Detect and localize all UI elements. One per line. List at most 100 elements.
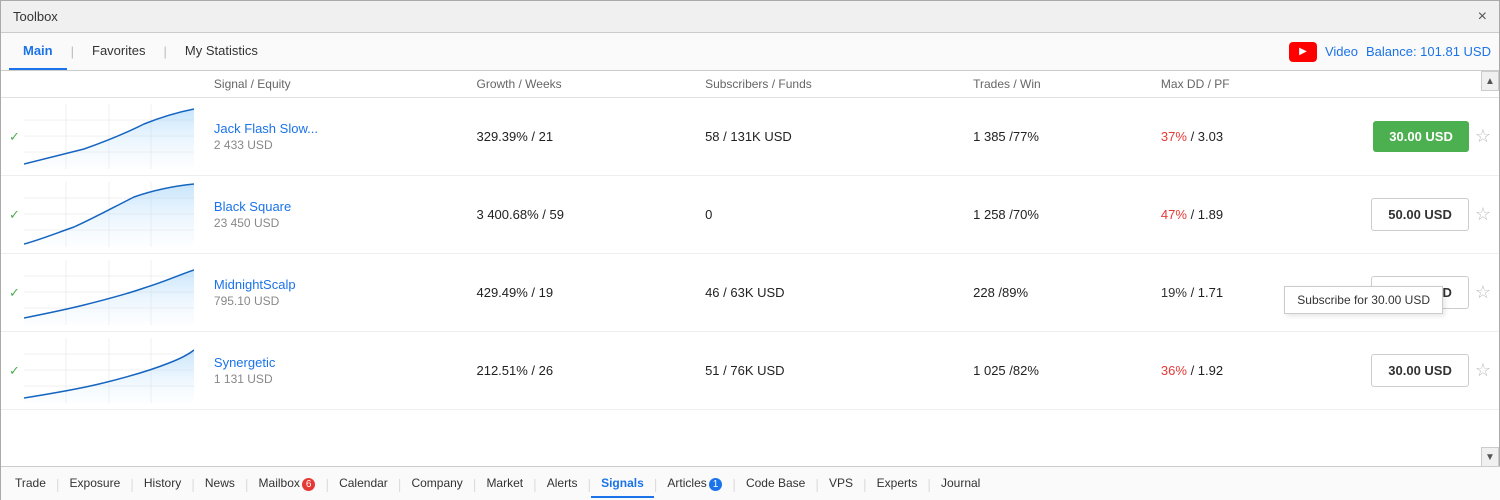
maxdd-value-0: 37%: [1161, 129, 1187, 144]
th-signal-equity: Signal / Equity: [202, 71, 465, 98]
badge-articles: 1: [709, 478, 723, 491]
balance-link[interactable]: Balance: 101.81 USD: [1366, 44, 1491, 59]
table-row: ✓ Black Squa: [1, 176, 1499, 254]
bottom-tab-exposure[interactable]: Exposure: [60, 470, 131, 498]
action-cell-1: 50.00 USD ☆: [1339, 176, 1499, 254]
badge-mailbox: 6: [302, 478, 316, 491]
maxdd-cell-0: 37% / 3.03: [1149, 98, 1339, 176]
maxdd-value-2: 19%: [1161, 285, 1187, 300]
pf-value-3: / 1.92: [1187, 363, 1223, 378]
tab-my-statistics[interactable]: My Statistics: [171, 33, 272, 70]
bottom-tab-signals[interactable]: Signals: [591, 470, 654, 498]
th-action: [1339, 71, 1499, 98]
top-tabs-left: Main | Favorites | My Statistics: [9, 33, 272, 70]
app-title: Toolbox: [13, 9, 58, 24]
signal-link-3[interactable]: Synergetic: [214, 355, 275, 370]
bottom-tab-code-base[interactable]: Code Base: [736, 470, 815, 498]
growth-cell-1: 3 400.68% / 59: [464, 176, 693, 254]
price-btn-3[interactable]: 30.00 USD: [1371, 354, 1469, 387]
trades-cell-0: 1 385 /77%: [961, 98, 1149, 176]
maxdd-cell-1: 47% / 1.89: [1149, 176, 1339, 254]
th-growth-weeks: Growth / Weeks: [464, 71, 693, 98]
tab-sep-2: |: [163, 44, 166, 59]
top-tab-bar: Main | Favorites | My Statistics Video B…: [1, 33, 1499, 71]
pf-value-2: / 1.71: [1187, 285, 1223, 300]
top-tabs-right: Video Balance: 101.81 USD: [1289, 42, 1491, 62]
chart-cell-1: ✓: [1, 176, 202, 254]
bottom-tab-trade[interactable]: Trade: [5, 470, 56, 498]
th-maxdd-pf: Max DD / PF: [1149, 71, 1339, 98]
tab-favorites[interactable]: Favorites: [78, 33, 159, 70]
bottom-tab-vps[interactable]: VPS: [819, 470, 863, 498]
chart-cell-3: ✓: [1, 332, 202, 410]
pf-value-1: / 1.89: [1187, 207, 1223, 222]
mini-chart-3: [24, 338, 194, 403]
youtube-icon: [1289, 42, 1317, 62]
tab-sep-1: |: [71, 44, 74, 59]
bottom-tab-bar: Trade|Exposure|History|News|Mailbox6|Cal…: [1, 466, 1500, 500]
chart-cell-2: ✓: [1, 254, 202, 332]
check-mark-1[interactable]: ✓: [9, 207, 20, 223]
signal-name-cell-0: Jack Flash Slow... 2 433 USD: [202, 98, 465, 176]
bottom-tab-company[interactable]: Company: [401, 470, 472, 498]
title-bar: Toolbox ×: [1, 1, 1499, 33]
video-link[interactable]: Video: [1325, 44, 1358, 59]
scroll-down-button[interactable]: ▼: [1481, 447, 1499, 467]
trades-cell-3: 1 025 /82%: [961, 332, 1149, 410]
subscribers-cell-3: 51 / 76K USD: [693, 332, 961, 410]
check-mark-2[interactable]: ✓: [9, 285, 20, 301]
maxdd-value-1: 47%: [1161, 207, 1187, 222]
bottom-tab-history[interactable]: History: [134, 470, 191, 498]
chart-cell-0: ✓: [1, 98, 202, 176]
bottom-tab-calendar[interactable]: Calendar: [329, 470, 398, 498]
signal-name-cell-3: Synergetic 1 131 USD: [202, 332, 465, 410]
trades-cell-2: 228 /89%: [961, 254, 1149, 332]
mini-chart-2: [24, 260, 194, 325]
subscribe-btn-0[interactable]: 30.00 USD: [1373, 121, 1469, 152]
bottom-tab-experts[interactable]: Experts: [867, 470, 928, 498]
maxdd-value-3: 36%: [1161, 363, 1187, 378]
growth-cell-0: 329.39% / 21: [464, 98, 693, 176]
subscribers-cell-2: 46 / 63K USD: [693, 254, 961, 332]
tab-main[interactable]: Main: [9, 33, 67, 70]
growth-cell-3: 212.51% / 26: [464, 332, 693, 410]
bottom-tab-market[interactable]: Market: [476, 470, 533, 498]
action-cell-0: 30.00 USD ☆: [1339, 98, 1499, 176]
signal-equity-0: 2 433 USD: [214, 138, 453, 152]
mini-chart-0: [24, 104, 194, 169]
trades-cell-1: 1 258 /70%: [961, 176, 1149, 254]
growth-cell-2: 429.49% / 19: [464, 254, 693, 332]
pf-value-0: / 3.03: [1187, 129, 1223, 144]
action-cell-3: 30.00 USD ☆: [1339, 332, 1499, 410]
table-row: ✓ MidnightSc: [1, 254, 1499, 332]
check-mark-3[interactable]: ✓: [9, 363, 20, 379]
price-btn-1[interactable]: 50.00 USD: [1371, 198, 1469, 231]
signal-link-0[interactable]: Jack Flash Slow...: [214, 121, 318, 136]
scroll-up-button[interactable]: ▲: [1481, 71, 1499, 91]
maxdd-cell-3: 36% / 1.92: [1149, 332, 1339, 410]
bottom-tab-alerts[interactable]: Alerts: [537, 470, 588, 498]
mini-chart-1: [24, 182, 194, 247]
table-row: ✓ Synergetic: [1, 332, 1499, 410]
table-row: ✓ Jack Flash: [1, 98, 1499, 176]
signals-table: Signal / Equity Growth / Weeks Subscribe…: [1, 71, 1499, 410]
favorite-star-1[interactable]: ☆: [1475, 204, 1491, 225]
signal-equity-3: 1 131 USD: [214, 372, 453, 386]
subscribers-cell-0: 58 / 131K USD: [693, 98, 961, 176]
bottom-tab-mailbox[interactable]: Mailbox6: [249, 470, 326, 498]
check-mark-0[interactable]: ✓: [9, 129, 20, 145]
signal-name-cell-2: MidnightScalp 795.10 USD: [202, 254, 465, 332]
favorite-star-0[interactable]: ☆: [1475, 126, 1491, 147]
bottom-tab-articles[interactable]: Articles1: [657, 470, 732, 498]
signal-link-1[interactable]: Black Square: [214, 199, 291, 214]
favorite-star-3[interactable]: ☆: [1475, 360, 1491, 381]
signal-name-cell-1: Black Square 23 450 USD: [202, 176, 465, 254]
th-subscribers-funds: Subscribers / Funds: [693, 71, 961, 98]
bottom-tab-journal[interactable]: Journal: [931, 470, 990, 498]
subscribe-tooltip: Subscribe for 30.00 USD: [1284, 286, 1443, 314]
bottom-tab-news[interactable]: News: [195, 470, 245, 498]
favorite-star-2[interactable]: ☆: [1475, 282, 1491, 303]
close-button[interactable]: ×: [1478, 8, 1487, 26]
signal-equity-2: 795.10 USD: [214, 294, 453, 308]
signal-link-2[interactable]: MidnightScalp: [214, 277, 296, 292]
